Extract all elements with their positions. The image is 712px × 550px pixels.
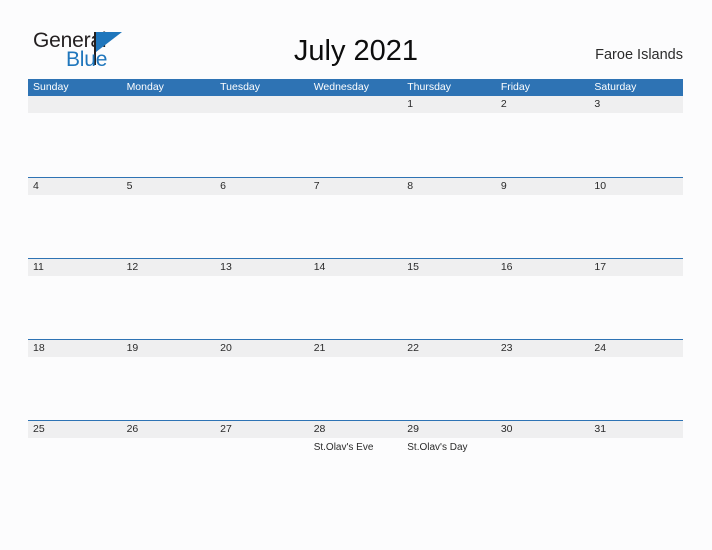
day-cell[interactable] (309, 113, 403, 176)
calendar-grid: Sunday Monday Tuesday Wednesday Thursday… (28, 79, 683, 501)
calendar-week-row: 1 2 3 (28, 96, 683, 177)
week-event-strip (28, 276, 683, 339)
day-cell[interactable] (589, 357, 683, 420)
day-number[interactable]: 13 (215, 259, 309, 276)
day-number[interactable]: 11 (28, 259, 122, 276)
day-cell[interactable] (215, 276, 309, 339)
day-number[interactable]: 10 (589, 178, 683, 195)
day-number[interactable] (122, 96, 216, 113)
day-number[interactable]: 28 (309, 421, 403, 438)
day-cell[interactable] (309, 357, 403, 420)
day-number[interactable]: 4 (28, 178, 122, 195)
day-number[interactable]: 1 (402, 96, 496, 113)
day-cell[interactable] (215, 357, 309, 420)
day-number[interactable]: 30 (496, 421, 590, 438)
day-number[interactable]: 6 (215, 178, 309, 195)
day-cell[interactable] (122, 438, 216, 501)
calendar-week-row: 25 26 27 28 29 30 31 St.Olav's Eve St.Ol… (28, 420, 683, 501)
day-number[interactable]: 16 (496, 259, 590, 276)
day-number[interactable]: 15 (402, 259, 496, 276)
day-cell[interactable] (589, 113, 683, 176)
weekday-header-monday: Monday (126, 81, 164, 93)
day-cell[interactable] (28, 357, 122, 420)
day-number[interactable]: 27 (215, 421, 309, 438)
day-number[interactable]: 19 (122, 340, 216, 357)
day-number[interactable]: 26 (122, 421, 216, 438)
weekday-header-tuesday: Tuesday (220, 81, 261, 93)
weekday-header-sunday: Sunday (33, 81, 69, 93)
week-event-strip: St.Olav's Eve St.Olav's Day (28, 438, 683, 501)
day-cell[interactable] (122, 113, 216, 176)
weekday-header-thursday: Thursday (407, 81, 452, 93)
weekday-header-friday: Friday (500, 81, 530, 93)
day-cell[interactable] (122, 195, 216, 258)
day-number[interactable] (309, 96, 403, 113)
day-cell[interactable] (122, 276, 216, 339)
day-cell[interactable] (402, 195, 496, 258)
weekday-header-row: Sunday Monday Tuesday Wednesday Thursday… (28, 79, 683, 96)
day-cell[interactable] (402, 357, 496, 420)
day-cell[interactable] (402, 276, 496, 339)
day-cell[interactable] (496, 113, 590, 176)
day-event: St.Olav's Day (407, 442, 468, 453)
day-cell[interactable] (28, 113, 122, 176)
day-cell[interactable] (28, 276, 122, 339)
day-number[interactable]: 5 (122, 178, 216, 195)
week-date-strip: 18 19 20 21 22 23 24 (28, 340, 683, 357)
calendar-week-row: 11 12 13 14 15 16 17 (28, 258, 683, 339)
day-cell[interactable] (496, 276, 590, 339)
day-cell[interactable] (589, 195, 683, 258)
day-cell[interactable]: St.Olav's Day (402, 438, 496, 501)
calendar-week-row: 18 19 20 21 22 23 24 (28, 339, 683, 420)
day-number[interactable]: 29 (402, 421, 496, 438)
calendar-week-row: 4 5 6 7 8 9 10 (28, 177, 683, 258)
day-event: St.Olav's Eve (313, 442, 374, 453)
day-number[interactable]: 2 (496, 96, 590, 113)
week-date-strip: 4 5 6 7 8 9 10 (28, 178, 683, 195)
day-cell[interactable] (309, 276, 403, 339)
day-cell[interactable] (215, 195, 309, 258)
day-number[interactable] (215, 96, 309, 113)
weekday-header-wednesday: Wednesday (313, 81, 369, 93)
day-cell[interactable]: St.Olav's Eve (309, 438, 403, 501)
day-number[interactable]: 14 (309, 259, 403, 276)
day-number[interactable]: 25 (28, 421, 122, 438)
day-number[interactable]: 24 (589, 340, 683, 357)
day-cell[interactable] (215, 113, 309, 176)
week-event-strip (28, 357, 683, 420)
day-number[interactable]: 9 (496, 178, 590, 195)
week-event-strip (28, 195, 683, 258)
region-label: Faroe Islands (595, 47, 683, 63)
day-number[interactable]: 31 (589, 421, 683, 438)
day-cell[interactable] (589, 438, 683, 501)
week-date-strip: 25 26 27 28 29 30 31 (28, 421, 683, 438)
day-number[interactable]: 21 (309, 340, 403, 357)
day-number[interactable]: 7 (309, 178, 403, 195)
day-cell[interactable] (122, 357, 216, 420)
day-number[interactable]: 23 (496, 340, 590, 357)
day-number[interactable]: 20 (215, 340, 309, 357)
weekday-header-saturday: Saturday (594, 81, 637, 93)
day-number[interactable]: 8 (402, 178, 496, 195)
day-number[interactable]: 17 (589, 259, 683, 276)
day-cell[interactable] (589, 276, 683, 339)
day-cell[interactable] (309, 195, 403, 258)
day-cell[interactable] (215, 438, 309, 501)
week-event-strip (28, 113, 683, 176)
day-number[interactable]: 18 (28, 340, 122, 357)
page-header: General Blue July 2021 Faroe Islands (0, 0, 712, 79)
day-number[interactable] (28, 96, 122, 113)
day-cell[interactable] (496, 195, 590, 258)
day-cell[interactable] (496, 357, 590, 420)
week-date-strip: 1 2 3 (28, 96, 683, 113)
day-cell[interactable] (496, 438, 590, 501)
day-cell[interactable] (402, 113, 496, 176)
day-number[interactable]: 12 (122, 259, 216, 276)
day-number[interactable]: 3 (589, 96, 683, 113)
day-number[interactable]: 22 (402, 340, 496, 357)
day-cell[interactable] (28, 195, 122, 258)
week-date-strip: 11 12 13 14 15 16 17 (28, 259, 683, 276)
day-cell[interactable] (28, 438, 122, 501)
